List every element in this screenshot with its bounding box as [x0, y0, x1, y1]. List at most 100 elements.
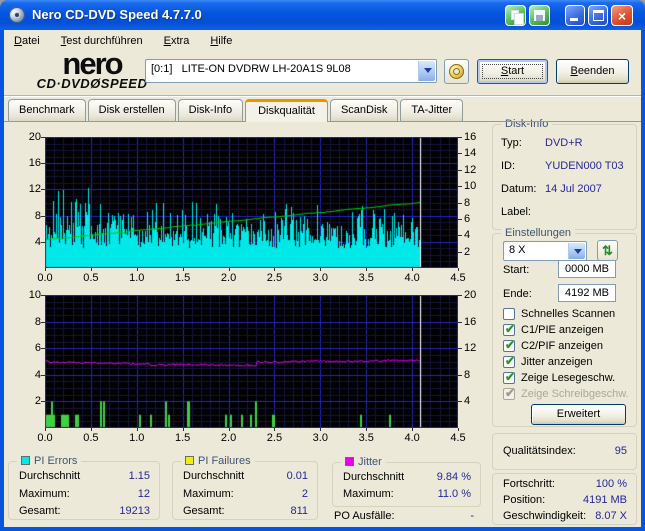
axis-tickmark — [274, 428, 275, 431]
axis-tickmark — [320, 428, 321, 431]
axis-tick-label: 8 — [464, 368, 471, 381]
axis-tickmark — [41, 401, 45, 402]
menu-extra[interactable]: Extra — [162, 33, 192, 49]
disk-type-label: Typ: — [501, 137, 522, 149]
axis-tick-label: 8 — [34, 209, 41, 222]
app-window: Nero CD-DVD Speed 4.7.7.0 × Datei Test d… — [0, 0, 645, 531]
pi-failures-avg-value: 0.01 — [286, 470, 308, 482]
axis-tickmark — [41, 322, 45, 323]
close-button[interactable]: × — [611, 5, 633, 26]
tab-scandisk[interactable]: ScanDisk — [329, 99, 399, 121]
pi-errors-max-label: Maximum: — [19, 488, 70, 500]
pi-failures-caption: PI Failures — [181, 455, 255, 467]
axis-tickmark — [41, 189, 45, 190]
position-value: 4191 MB — [582, 494, 627, 506]
speed-select-arrow[interactable] — [568, 243, 585, 259]
quality-index-value: 95 — [614, 445, 627, 457]
axis-tickmark — [91, 428, 92, 431]
axis-tickmark — [41, 348, 45, 349]
tab-diskqualitaet[interactable]: Diskqualität — [245, 99, 328, 122]
minimize-icon — [570, 18, 578, 21]
disk-id-label: ID: — [501, 160, 516, 172]
check-icon: ✔ — [505, 386, 516, 400]
axis-tick-label: 1.0 — [129, 272, 145, 284]
jitter-avg-label: Durchschnitt — [343, 471, 405, 483]
jitter-legend-swatch — [345, 457, 354, 466]
position-label: Position: — [503, 494, 546, 506]
minimize-button[interactable] — [565, 5, 585, 26]
refresh-speed-button[interactable]: ⇅ — [597, 240, 618, 261]
drive-select-arrow[interactable] — [418, 61, 435, 81]
tab-disk-info[interactable]: Disk-Info — [177, 99, 244, 121]
eject-disc-button[interactable] — [444, 59, 469, 84]
po-failures-row: PO Ausfälle: - — [334, 510, 474, 524]
axis-tick-label: 2.0 — [220, 432, 237, 444]
advanced-button[interactable]: Erweitert — [531, 404, 626, 425]
disc-icon — [449, 64, 464, 79]
checkbox-box: ✔ — [503, 338, 515, 352]
pi-failures-total-label: Gesamt: — [183, 505, 225, 517]
toolbar-separator — [4, 95, 641, 97]
tab-strip: Benchmark Disk erstellen Disk-Info Diskq… — [8, 99, 464, 122]
title-bar[interactable]: Nero CD-DVD Speed 4.7.7.0 × — [0, 0, 645, 30]
copy-icon — [511, 10, 524, 25]
jitter-max-label: Maximum: — [343, 488, 394, 500]
axis-tickmark — [458, 153, 462, 154]
chevron-down-icon — [424, 68, 432, 73]
axis-tick-label: 8 — [464, 196, 471, 209]
tab-disk-erstellen[interactable]: Disk erstellen — [87, 99, 176, 121]
maximize-button[interactable] — [588, 5, 608, 26]
axis-tick-label: 12 — [464, 163, 477, 176]
axis-tickmark — [458, 428, 459, 431]
axis-tick-label: 4 — [34, 235, 41, 248]
speed-label: Geschwindigkeit: — [503, 510, 587, 522]
quit-button[interactable]: Beenden — [556, 59, 629, 84]
speed-select[interactable]: 8 X — [503, 241, 587, 261]
pi-failures-jitter-chart — [45, 295, 458, 428]
axis-tick-label: 20 — [28, 131, 41, 143]
axis-tickmark — [41, 295, 45, 296]
checkbox-box: ✔ — [503, 308, 515, 320]
axis-tickmark — [458, 252, 462, 253]
menu-hilfe[interactable]: Hilfe — [208, 33, 234, 49]
tab-benchmark[interactable]: Benchmark — [8, 99, 86, 121]
axis-tick-label: 2.0 — [220, 272, 237, 284]
tab-ta-jitter[interactable]: TA-Jitter — [400, 99, 464, 121]
pi-errors-avg-label: Durchschnitt — [19, 470, 81, 482]
jitter-stats-box: Jitter Durchschnitt 9.84 % Maximum: 11.0 % — [332, 456, 481, 507]
menu-datei[interactable]: Datei — [12, 33, 42, 49]
end-position-field[interactable]: 4192 MB — [558, 284, 616, 302]
save-icon — [534, 10, 545, 21]
axis-tick-label: 3.0 — [312, 272, 328, 284]
start-position-field[interactable]: 0000 MB — [558, 260, 616, 278]
axis-tick-label: 20 — [464, 289, 477, 301]
drive-select[interactable]: [0:1] LITE-ON DVDRW LH-20A1S 9L08 — [145, 59, 437, 83]
save-button[interactable] — [529, 5, 550, 26]
axis-tickmark — [458, 170, 462, 171]
check-icon: ✔ — [505, 322, 516, 336]
progress-value: 100 % — [595, 478, 627, 490]
close-icon: × — [617, 8, 627, 24]
axis-tick-label: 4.0 — [404, 432, 420, 444]
axis-tickmark — [458, 295, 462, 296]
copy-button[interactable] — [505, 5, 526, 26]
pi-failures-total-value: 811 — [290, 505, 308, 517]
axis-tick-label: 0.0 — [37, 272, 53, 284]
axis-tick-label: 3.0 — [312, 432, 328, 444]
axis-tickmark — [458, 137, 462, 138]
checkbox-box: ✔ — [503, 370, 516, 384]
disk-label-label: Label: — [501, 206, 531, 218]
start-button[interactable]: Start — [477, 59, 548, 84]
axis-tick-label: 4.5 — [450, 272, 466, 284]
axis-tick-label: 12 — [464, 342, 477, 355]
app-icon — [9, 7, 25, 23]
check-icon: ✔ — [505, 370, 516, 384]
window-title: Nero CD-DVD Speed 4.7.7.0 — [32, 7, 202, 22]
progress-label: Fortschritt: — [503, 478, 555, 490]
axis-tick-label: 1.5 — [175, 432, 191, 444]
disk-date-label: Datum: — [501, 183, 537, 195]
axis-tick-label: 10 — [28, 289, 41, 301]
axis-tickmark — [458, 203, 462, 204]
axis-tickmark — [458, 268, 459, 271]
axis-tickmark — [458, 235, 462, 236]
